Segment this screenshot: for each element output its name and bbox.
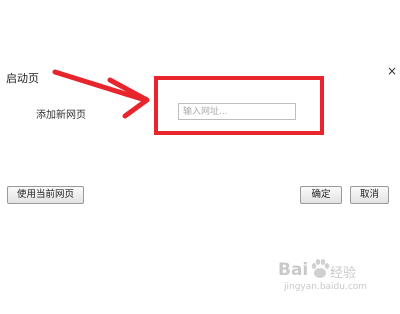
close-icon[interactable]: × bbox=[387, 65, 397, 77]
use-current-page-button[interactable]: 使用当前网页 bbox=[7, 186, 84, 204]
ok-button[interactable]: 确定 bbox=[300, 186, 342, 204]
annotation-highlight-box bbox=[154, 76, 324, 135]
watermark-brand-bai: Bai bbox=[278, 260, 309, 280]
add-page-label: 添加新网页 bbox=[36, 110, 86, 121]
watermark-url: jingyan.baidu.com bbox=[284, 282, 368, 292]
watermark-brand-jingyan: 经验 bbox=[330, 266, 357, 281]
dialog-title: 启动页 bbox=[6, 72, 39, 85]
cancel-button[interactable]: 取消 bbox=[350, 186, 389, 204]
watermark: Bai 经验 jingyan.baidu.com bbox=[270, 256, 395, 300]
paw-logo-icon bbox=[311, 259, 330, 278]
